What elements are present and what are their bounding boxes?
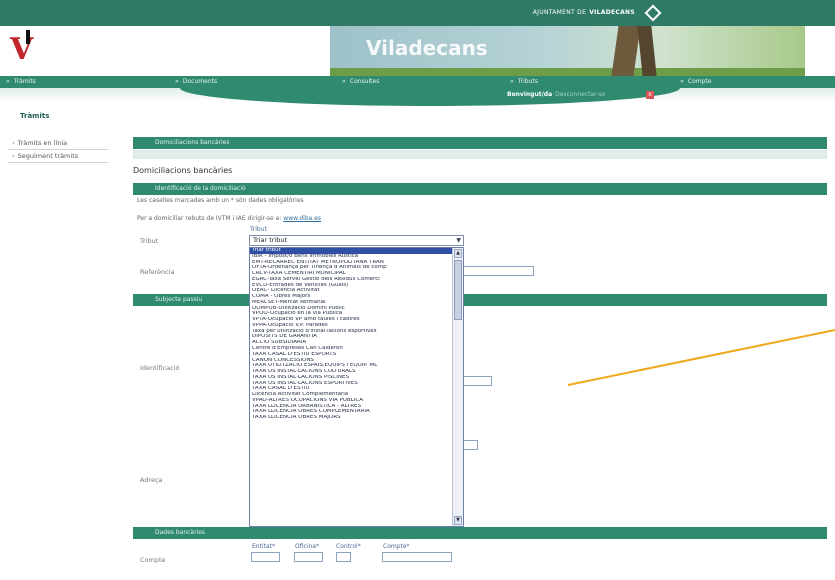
chevron-down-icon[interactable]: ▼ — [456, 236, 461, 245]
oficina-label: Oficina* — [295, 543, 319, 550]
section-bar: Domiciliacions bancàries — [133, 137, 827, 149]
nav-chevron-icon: » — [6, 78, 10, 85]
scroll-up-icon[interactable]: ▲ — [454, 249, 462, 258]
referencia-input[interactable] — [455, 266, 534, 276]
ajuntament-diamond-icon — [644, 4, 662, 22]
nav-item-tributs[interactable]: » Tributs — [510, 78, 538, 85]
disconnect-link[interactable]: Desconnectar-se — [555, 91, 605, 98]
label-adreca: Adreça — [140, 476, 163, 484]
user-bar: Benvingut/da Desconnectar-se x — [0, 88, 835, 106]
sidebar-item-label: Tràmits en línia — [17, 139, 68, 147]
entitat-label: Entitat* — [252, 543, 275, 550]
identification-bar: Identificació de la domiciliació — [133, 183, 827, 195]
viladecans-logo[interactable]: V — [10, 30, 33, 67]
tribut-dropdown-list[interactable]: Triar tribut IBIR - Impost/o Béns Immoble… — [249, 247, 464, 527]
dropdown-option[interactable]: TAXA LLICÈNCIA OBRES MAJORS — [250, 415, 453, 421]
section-bar-shadow — [133, 150, 827, 159]
nav-item-consultes[interactable]: » Consultes — [342, 78, 379, 85]
identificacio-input[interactable] — [462, 376, 492, 386]
sidebar-item-label: Seguiment tràmits — [17, 152, 79, 160]
label-identificacio: Identificació — [140, 364, 180, 372]
ajuntament-label: AJUNTAMENT DE VILADECANS — [533, 9, 635, 16]
nav-item-label: Compte — [687, 78, 712, 85]
main-nav: » Tràmits » Documents » Consultes » Tributs … — [0, 76, 835, 88]
banner-grass — [330, 68, 805, 76]
diba-link[interactable]: www.diba.es — [283, 215, 321, 222]
nav-item-compte[interactable]: » Compte — [680, 78, 711, 85]
nav-item-label: Consultes — [349, 78, 380, 85]
scroll-thumb[interactable] — [454, 260, 462, 320]
nav-item-label: Tributs — [517, 78, 538, 85]
user-greeting: Benvingut/da Desconnectar-se — [507, 91, 605, 98]
nav-item-label: Tràmits — [13, 78, 36, 85]
dropdown-scrollbar[interactable]: ▲ ▼ — [452, 248, 463, 526]
subject-bar: Subjecte passiu — [133, 294, 827, 306]
banner-title: Viladecans — [366, 36, 488, 60]
tribut-mini-label: Tribut — [250, 226, 267, 233]
nav-item-tramits[interactable]: » Tràmits — [6, 78, 36, 85]
required-note: Les caselles marcades amb un * són dades… — [137, 197, 304, 204]
tribut-select-value: Triar tribut — [253, 236, 288, 244]
page-title: Domiciliacions bancàries — [133, 166, 233, 175]
compte-number-label: Compte* — [383, 543, 410, 550]
nav-chevron-icon: » — [680, 78, 684, 85]
sidebar: › Tràmits en línia › Seguiment tràmits — [8, 137, 108, 163]
header-banner: Viladecans — [330, 26, 805, 76]
ivtm-note: Per a domiciliar rebuts de IVTM i IAE di… — [137, 215, 321, 222]
ivtm-note-text: Per a domiciliar rebuts de IVTM i IAE di… — [137, 215, 282, 222]
tribut-select[interactable]: Triar tribut ▼ — [249, 235, 464, 246]
compte-input[interactable] — [382, 552, 452, 562]
scroll-down-icon[interactable]: ▼ — [454, 516, 462, 525]
breadcrumb: Tràmits — [20, 112, 50, 120]
top-bar: AJUNTAMENT DE VILADECANS — [0, 0, 835, 26]
entitat-input[interactable] — [251, 552, 280, 562]
oficina-input[interactable] — [294, 552, 323, 562]
nav-chevron-icon: » — [342, 78, 346, 85]
sidebar-bullet-icon: › — [12, 139, 15, 147]
control-input[interactable] — [336, 552, 351, 562]
user-label: Benvingut/da — [507, 91, 553, 98]
ajuntament-name: VILADECANS — [589, 9, 635, 16]
bank-bar: Dades bancàries — [133, 527, 827, 539]
tribut-options: Triar tribut IBIR - Impost/o Béns Immoble… — [250, 248, 453, 421]
nav-item-label: Documents — [182, 78, 218, 85]
nav-chevron-icon: » — [175, 78, 179, 85]
sidebar-item-seguiment-tramits[interactable]: › Seguiment tràmits — [8, 150, 108, 163]
label-referencia: Referència — [140, 268, 175, 276]
nav-chevron-icon: » — [510, 78, 514, 85]
adreca-input[interactable] — [462, 440, 478, 450]
label-compte: Compte — [140, 556, 166, 564]
control-label: Control* — [336, 543, 361, 550]
ajuntament-prefix: AJUNTAMENT DE — [532, 9, 587, 16]
sidebar-bullet-icon: › — [12, 152, 15, 160]
sidebar-item-tramits-en-linia[interactable]: › Tràmits en línia — [8, 137, 108, 150]
logout-icon[interactable]: x — [646, 91, 654, 99]
logo-exclamation-icon — [26, 30, 30, 44]
nav-item-documents[interactable]: » Documents — [175, 78, 217, 85]
label-tribut: Tribut — [140, 237, 159, 245]
header: V Viladecans — [0, 26, 835, 76]
